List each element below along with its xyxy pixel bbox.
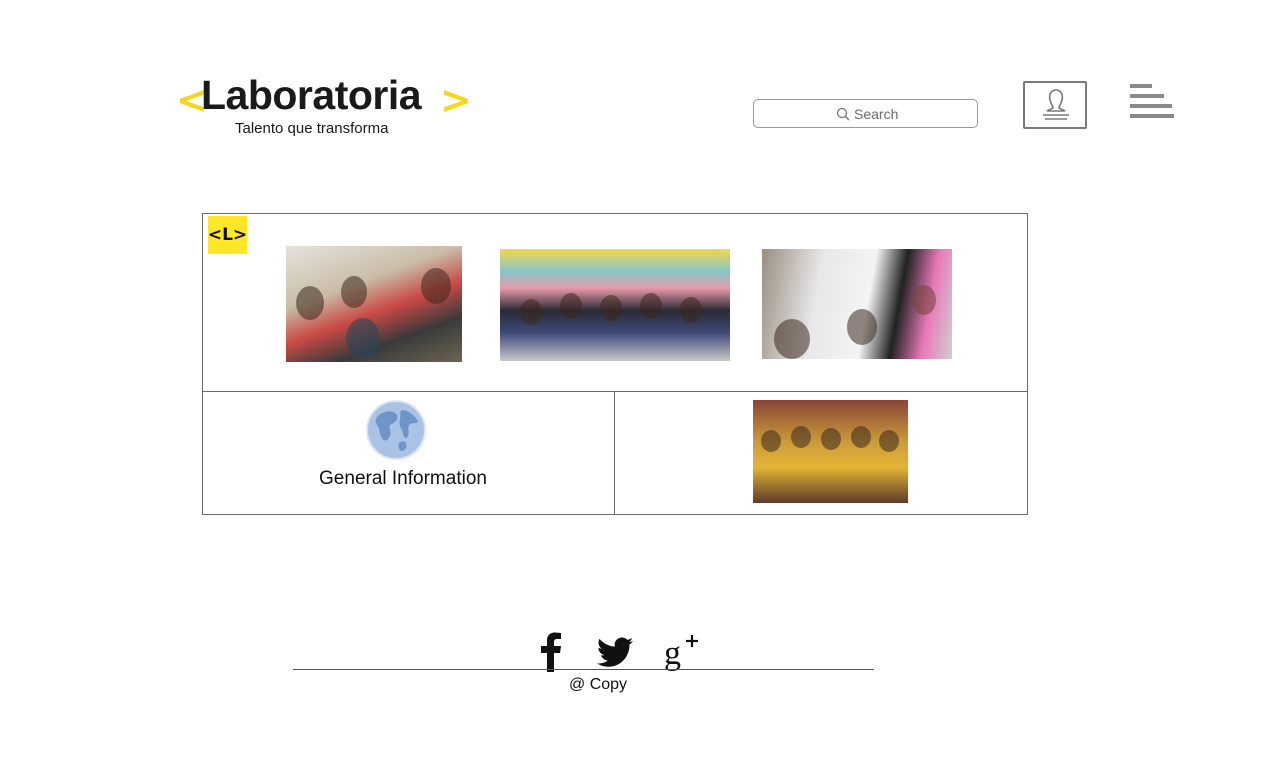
content-grid: <L> General Information <box>202 213 1028 515</box>
grid-divider-horizontal <box>203 391 1027 392</box>
footer-divider <box>293 669 874 670</box>
photo-figure <box>341 276 367 308</box>
menu-line <box>1130 114 1174 118</box>
globe-icon[interactable] <box>364 398 428 462</box>
photo-figure <box>879 430 899 452</box>
logo-close-bracket: > <box>440 78 472 122</box>
classroom-photo[interactable] <box>762 249 952 359</box>
copyright-text: @ Copy <box>569 676 628 693</box>
search-box[interactable] <box>753 99 978 128</box>
facebook-icon[interactable] <box>538 632 564 672</box>
photo-figure <box>912 285 936 315</box>
photo-figure <box>791 426 811 448</box>
photo-figure <box>600 295 622 321</box>
logo-tagline: Talento que transforma <box>235 120 389 137</box>
photo-figure <box>640 293 662 319</box>
graduation-group-photo[interactable] <box>753 400 908 503</box>
photo-figure <box>421 268 451 304</box>
photo-figure <box>761 430 781 452</box>
photo-figure <box>851 426 871 448</box>
general-information-link[interactable]: General Information <box>203 468 603 490</box>
photo-figure <box>520 299 542 325</box>
photo-figure <box>821 428 841 450</box>
photo-figure <box>774 319 810 359</box>
laboratoria-logo[interactable]: < Laboratoria > Talento que transforma <box>176 72 472 144</box>
menu-line <box>1130 104 1172 108</box>
search-input[interactable] <box>854 104 969 124</box>
menu-line <box>1130 94 1164 98</box>
google-plus-icon[interactable]: g <box>664 632 702 672</box>
photo-figure <box>680 297 702 323</box>
search-icon <box>836 107 850 121</box>
logo-wordmark: Laboratoria <box>201 72 422 118</box>
photo-figure <box>847 309 877 345</box>
hamburger-menu-icon <box>1130 84 1152 88</box>
menu-button[interactable] <box>1128 82 1176 126</box>
twitter-icon[interactable] <box>597 632 635 672</box>
class-group-photo[interactable] <box>500 249 730 361</box>
photo-figure <box>346 318 380 358</box>
grid-divider-vertical <box>614 391 615 515</box>
svg-text:g: g <box>664 635 681 672</box>
photo-figure <box>296 286 324 320</box>
students-group-photo[interactable] <box>286 246 462 362</box>
user-button[interactable] <box>1023 81 1087 129</box>
laboratoria-badge[interactable]: <L> <box>208 216 247 254</box>
photo-figure <box>560 293 582 319</box>
user-icon <box>1043 89 1069 120</box>
